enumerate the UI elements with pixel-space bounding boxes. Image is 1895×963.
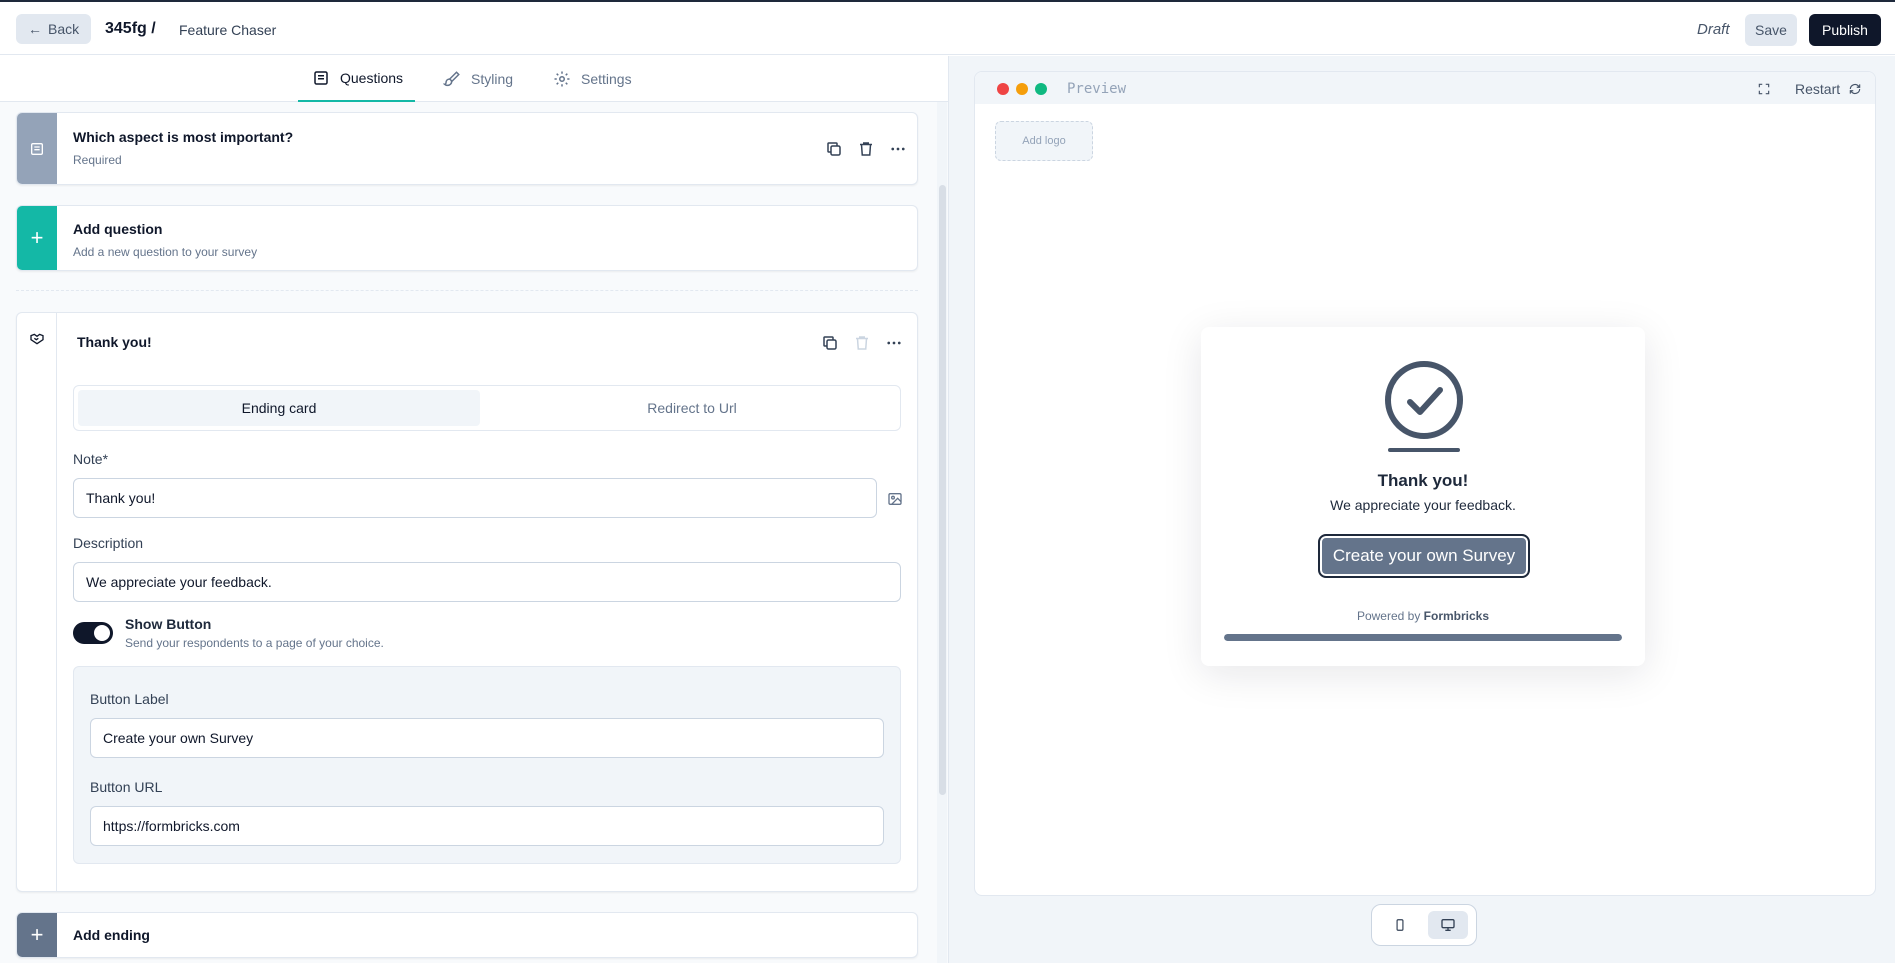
refresh-icon xyxy=(1849,83,1861,95)
question-type-strip[interactable] xyxy=(17,113,57,184)
add-logo-button[interactable]: Add logo xyxy=(995,121,1093,161)
desktop-view-button[interactable] xyxy=(1428,911,1468,939)
tab-label: Styling xyxy=(471,71,514,87)
desktop-icon xyxy=(1441,919,1455,931)
preview-title: Thank you! xyxy=(1377,471,1469,490)
question-title: Which aspect is most important? xyxy=(73,129,294,145)
back-button[interactable]: ← Back xyxy=(16,14,92,44)
copy-icon[interactable] xyxy=(821,334,839,352)
question-card[interactable]: Which aspect is most important? Required xyxy=(16,112,918,185)
ending-card-strip xyxy=(17,313,57,891)
divider xyxy=(16,290,918,291)
add-ending-card[interactable]: + Add ending xyxy=(16,912,918,958)
image-icon[interactable] xyxy=(887,491,903,507)
list-icon xyxy=(314,71,328,85)
powered-by-brand: Formbricks xyxy=(1423,609,1490,623)
note-label: Note* xyxy=(73,451,109,467)
top-bar: ← Back 345fg / Feature Chaser Draft Save… xyxy=(0,0,1895,55)
list-icon xyxy=(31,142,43,155)
check-circle-icon xyxy=(1385,361,1463,452)
ending-card: Thank you! Ending card Redirect to Url N… xyxy=(16,312,918,892)
description-input[interactable]: We appreciate your feedback. xyxy=(73,562,901,602)
add-question-card[interactable]: + Add question Add a new question to you… xyxy=(16,205,918,271)
tab-styling[interactable]: Styling xyxy=(443,56,513,102)
preview-description: We appreciate your feedback. xyxy=(1330,497,1516,513)
ending-card-title: Thank you! xyxy=(77,334,152,350)
survey-preview-card: Thank you! We appreciate your feedback. … xyxy=(1201,327,1645,666)
scrollbar-thumb[interactable] xyxy=(939,185,946,795)
paintbrush-icon xyxy=(443,71,460,87)
segment-redirect-url[interactable]: Redirect to Url xyxy=(488,390,896,426)
window-dot-red xyxy=(997,83,1009,95)
button-settings-panel: Button Label Create your own Survey Butt… xyxy=(73,666,901,864)
preview-window-bar: Preview Restart xyxy=(975,72,1875,104)
trash-icon[interactable] xyxy=(853,334,871,352)
add-question-subtitle: Add a new question to your survey xyxy=(73,245,258,259)
handshake-icon xyxy=(30,333,44,345)
more-icon[interactable] xyxy=(889,140,907,158)
editor-tabs: Questions Styling Settings xyxy=(0,56,948,102)
survey-id: 345fg / xyxy=(105,20,156,37)
arrow-left-icon: ← xyxy=(28,21,42,37)
expand-icon[interactable] xyxy=(1757,82,1771,96)
preview-panel: Preview Restart Add logo Thank you! We a… xyxy=(948,56,1895,963)
powered-by-prefix: Powered by xyxy=(1356,609,1421,623)
powered-by[interactable]: Powered by Formbricks xyxy=(1201,609,1645,623)
copy-icon[interactable] xyxy=(825,140,843,158)
question-required-label: Required xyxy=(73,153,122,167)
preview-label: Preview xyxy=(1067,81,1127,97)
segment-ending-card[interactable]: Ending card xyxy=(78,390,480,426)
device-toggle xyxy=(1371,904,1477,946)
button-url-input[interactable]: https://formbricks.com xyxy=(90,806,884,846)
status-label: Draft xyxy=(1697,21,1730,38)
progress-fill xyxy=(1224,634,1622,641)
mobile-view-button[interactable] xyxy=(1380,911,1420,939)
add-question-title: Add question xyxy=(73,221,163,237)
window-dot-green xyxy=(1035,83,1047,95)
gear-icon xyxy=(554,71,570,87)
publish-button[interactable]: Publish xyxy=(1809,14,1881,46)
description-label: Description xyxy=(73,535,144,551)
show-button-help: Send your respondents to a page of your … xyxy=(125,636,384,650)
ending-type-selector: Ending card Redirect to Url xyxy=(73,385,901,431)
create-survey-button[interactable]: Create your own Survey xyxy=(1318,534,1530,578)
tab-settings[interactable]: Settings xyxy=(553,56,632,102)
tab-questions[interactable]: Questions xyxy=(298,56,415,102)
plus-icon: + xyxy=(17,206,57,270)
window-dot-yellow xyxy=(1016,83,1028,95)
plus-icon: + xyxy=(17,913,57,957)
restart-button[interactable]: Restart xyxy=(1795,81,1862,97)
tab-label: Questions xyxy=(340,70,404,86)
show-button-label: Show Button xyxy=(125,616,212,632)
progress-bar xyxy=(1224,634,1622,641)
preview-frame: Preview Restart Add logo Thank you! We a… xyxy=(974,71,1876,896)
trash-icon[interactable] xyxy=(857,140,875,158)
save-button[interactable]: Save xyxy=(1745,14,1797,46)
survey-name-input[interactable]: Feature Chaser xyxy=(179,22,276,38)
questions-editor: Which aspect is most important? Required… xyxy=(0,102,948,963)
button-url-label: Button URL xyxy=(90,779,163,795)
back-button-label: Back xyxy=(48,21,80,37)
note-input[interactable]: Thank you! xyxy=(73,478,877,518)
more-icon[interactable] xyxy=(885,334,903,352)
add-ending-title: Add ending xyxy=(73,927,150,943)
restart-label: Restart xyxy=(1795,81,1841,97)
tab-label: Settings xyxy=(581,71,632,87)
button-label-input[interactable]: Create your own Survey xyxy=(90,718,884,758)
button-label-label: Button Label xyxy=(90,691,169,707)
show-button-toggle[interactable] xyxy=(73,622,113,644)
mobile-icon xyxy=(1396,919,1404,931)
